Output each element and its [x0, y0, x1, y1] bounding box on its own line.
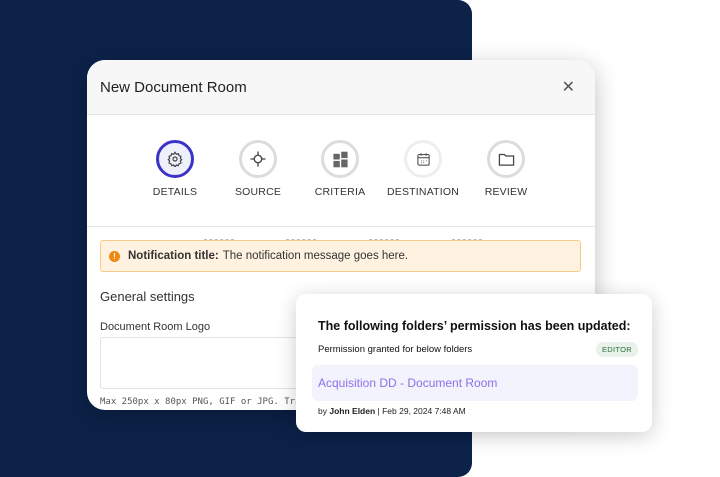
step-label: DESTINATION	[386, 186, 459, 198]
step-criteria[interactable]: CRITERIA	[295, 140, 385, 198]
calendar-icon	[416, 152, 430, 166]
folder-link[interactable]: Acquisition DD - Document Room	[312, 365, 638, 401]
notification-alert: ! Notification title: The notification m…	[100, 240, 581, 272]
warning-icon: !	[109, 250, 120, 262]
modal-title: New Document Room	[100, 78, 247, 96]
card-title: The following folders’ permission has be…	[318, 319, 631, 333]
step-label: DETAILS	[152, 186, 198, 198]
timestamp: | Feb 29, 2024 7:48 AM	[377, 406, 466, 416]
alert-message: The notification message goes here.	[222, 250, 409, 262]
logo-label: Document Room Logo	[100, 321, 211, 333]
by-prefix: by	[318, 406, 327, 416]
divider	[87, 226, 595, 227]
role-badge: EDITOR	[596, 342, 638, 357]
permission-update-card: The following folders’ permission has be…	[296, 294, 652, 432]
crosshair-icon	[250, 151, 266, 167]
step-label: CRITERIA	[314, 186, 366, 198]
step-label: SOURCE	[234, 186, 282, 198]
stepper: DETAILS SOURCE CRITERIA DESTINATION REVI…	[87, 140, 595, 240]
step-source[interactable]: SOURCE	[213, 140, 303, 198]
step-destination[interactable]: DESTINATION	[378, 140, 468, 198]
close-icon[interactable]: ✕	[562, 77, 575, 97]
gear-icon	[167, 151, 183, 167]
modal-header: New Document Room ✕	[87, 60, 595, 115]
card-subtitle: Permission granted for below folders	[318, 344, 473, 355]
step-details[interactable]: DETAILS	[130, 140, 220, 198]
author: John Elden	[329, 406, 376, 416]
alert-title: Notification title:	[128, 250, 219, 262]
grid-icon	[332, 151, 348, 167]
card-byline: by John Elden | Feb 29, 2024 7:48 AM	[318, 406, 466, 416]
step-label: REVIEW	[484, 186, 528, 198]
folder-icon	[498, 153, 514, 166]
step-review[interactable]: REVIEW	[461, 140, 551, 198]
section-title: General settings	[100, 289, 195, 304]
